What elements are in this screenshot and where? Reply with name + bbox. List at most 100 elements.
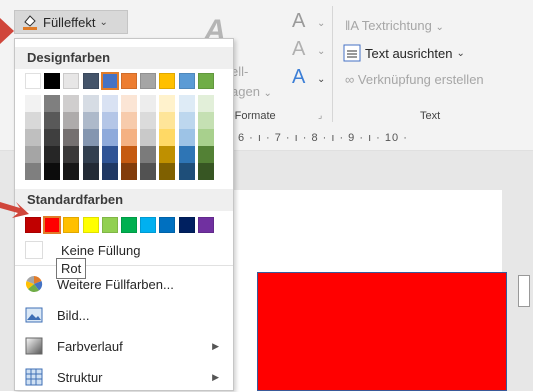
theme-color-swatch[interactable] [140, 73, 157, 89]
texture-fill-item[interactable]: Struktur ▶ [15, 362, 233, 392]
more-fill-colors-item[interactable]: Weitere Füllfarben... [15, 269, 233, 299]
theme-shade-swatch[interactable] [63, 129, 80, 146]
pointer-arrow-icon [0, 18, 14, 44]
theme-shade-swatch[interactable] [44, 129, 61, 146]
text-direction-button[interactable]: ‖A Textrichtung ⌄ [345, 18, 444, 33]
theme-shade-swatch[interactable] [25, 129, 41, 146]
layout-options-handle[interactable] [518, 275, 530, 307]
theme-shade-swatch[interactable] [63, 95, 80, 112]
theme-shade-swatch[interactable] [159, 146, 176, 163]
theme-color-swatch[interactable] [82, 73, 99, 89]
standard-color-swatch[interactable] [197, 217, 214, 233]
chevron-down-icon[interactable]: ⌄ [317, 74, 325, 85]
theme-shade-swatch[interactable] [63, 112, 80, 129]
theme-shade-swatch[interactable] [140, 112, 157, 129]
theme-shade-swatch[interactable] [25, 163, 41, 180]
fill-effect-button[interactable]: Fülleffekt ⌄ [14, 10, 128, 34]
theme-shade-swatch[interactable] [140, 95, 157, 112]
theme-shade-swatch[interactable] [44, 95, 61, 112]
theme-shade-swatch[interactable] [44, 146, 61, 163]
theme-shade-swatch[interactable] [44, 112, 61, 129]
text-outline-icon[interactable]: A [292, 38, 305, 61]
no-fill-icon [25, 241, 43, 259]
theme-shade-swatch[interactable] [197, 112, 214, 129]
theme-shade-swatch[interactable] [121, 163, 137, 180]
standard-color-swatch[interactable] [43, 216, 62, 234]
theme-shade-swatch[interactable] [159, 129, 176, 146]
theme-shade-swatch[interactable] [178, 163, 195, 180]
theme-shade-swatch[interactable] [121, 112, 137, 129]
theme-shade-swatch[interactable] [25, 112, 41, 129]
red-rectangle-shape[interactable] [257, 272, 507, 391]
gradient-fill-item[interactable]: Farbverlauf ▶ [15, 331, 233, 361]
theme-shade-swatch[interactable] [178, 146, 195, 163]
text-direction-label: Textrichtung [361, 18, 432, 33]
theme-shade-swatch[interactable] [25, 146, 41, 163]
theme-shade-swatch[interactable] [197, 163, 214, 180]
theme-shade-swatch[interactable] [178, 112, 195, 129]
theme-shade-swatch[interactable] [82, 95, 99, 112]
standard-color-swatch[interactable] [63, 217, 80, 233]
theme-shade-swatch[interactable] [159, 95, 176, 112]
standard-color-swatch[interactable] [82, 217, 99, 233]
theme-shade-swatch[interactable] [82, 146, 99, 163]
theme-shade-swatch[interactable] [101, 129, 118, 146]
theme-shade-swatch[interactable] [44, 163, 61, 180]
theme-shade-swatch[interactable] [63, 146, 80, 163]
theme-shade-swatch[interactable] [63, 163, 80, 180]
theme-shade-swatch[interactable] [140, 146, 157, 163]
standard-color-swatch[interactable] [159, 217, 176, 233]
theme-shade-swatch[interactable] [178, 95, 195, 112]
picture-fill-item[interactable]: Bild... [15, 300, 233, 330]
theme-shade-swatch[interactable] [159, 112, 176, 129]
theme-color-swatch[interactable] [44, 73, 61, 89]
standard-color-swatch[interactable] [121, 217, 137, 233]
theme-shade-swatch[interactable] [101, 112, 118, 129]
theme-shade-swatch[interactable] [121, 129, 137, 146]
chevron-down-icon[interactable]: ⌄ [317, 46, 325, 57]
theme-shade-swatch[interactable] [197, 146, 214, 163]
theme-shade-swatch[interactable] [82, 129, 99, 146]
submenu-arrow-icon: ▶ [212, 371, 219, 382]
theme-color-swatch[interactable] [178, 73, 195, 89]
theme-shade-swatch[interactable] [140, 129, 157, 146]
theme-shade-swatch[interactable] [197, 129, 214, 146]
theme-shade-swatch[interactable] [121, 146, 137, 163]
theme-shade-swatch[interactable] [82, 112, 99, 129]
theme-shade-swatch[interactable] [101, 146, 118, 163]
color-wheel-icon [26, 275, 43, 293]
no-fill-label: Keine Füllung [61, 242, 141, 258]
no-fill-item[interactable]: Keine Füllung [15, 235, 233, 265]
theme-shade-swatch[interactable] [121, 95, 137, 112]
chevron-down-icon[interactable]: ⌄ [317, 18, 325, 29]
theme-shade-swatch[interactable] [101, 95, 118, 112]
standard-color-swatch[interactable] [178, 217, 195, 233]
theme-shade-swatch[interactable] [140, 163, 157, 180]
theme-color-swatch[interactable] [63, 73, 80, 89]
text-fill-icon[interactable]: A [292, 10, 305, 33]
theme-shade-swatch[interactable] [82, 163, 99, 180]
text-effects-icon[interactable]: A [292, 66, 305, 89]
ruler-labels: 6 · ı · 7 · ı · 8 · ı · 9 · ı · 10 · [238, 132, 408, 144]
chevron-down-icon: ⌄ [99, 16, 108, 28]
group-divider [332, 6, 333, 122]
theme-color-swatch[interactable] [159, 73, 176, 89]
ribbon-partial-label-2[interactable]: agen ⌄ [231, 84, 272, 99]
theme-shade-swatch[interactable] [178, 129, 195, 146]
standard-color-swatch[interactable] [140, 217, 157, 233]
text-align-button[interactable]: Text ausrichten ⌄ [343, 44, 465, 62]
theme-shade-swatch[interactable] [197, 95, 214, 112]
dialog-launcher-icon[interactable]: ⌟ [318, 110, 322, 121]
standard-color-swatch[interactable] [101, 217, 118, 233]
theme-shade-swatch[interactable] [25, 95, 41, 112]
paint-bucket-icon [23, 15, 37, 30]
theme-color-swatch[interactable] [121, 73, 137, 89]
theme-shade-swatch[interactable] [159, 163, 176, 180]
create-link-button[interactable]: ∞ Verknüpfung erstellen [345, 72, 484, 87]
theme-color-swatch[interactable] [197, 73, 214, 89]
theme-shade-swatch[interactable] [101, 163, 118, 180]
color-tooltip: Rot [56, 258, 87, 279]
chevron-down-icon: ⌄ [435, 22, 444, 33]
theme-color-swatch[interactable] [25, 73, 41, 89]
theme-color-swatch[interactable] [100, 72, 119, 90]
